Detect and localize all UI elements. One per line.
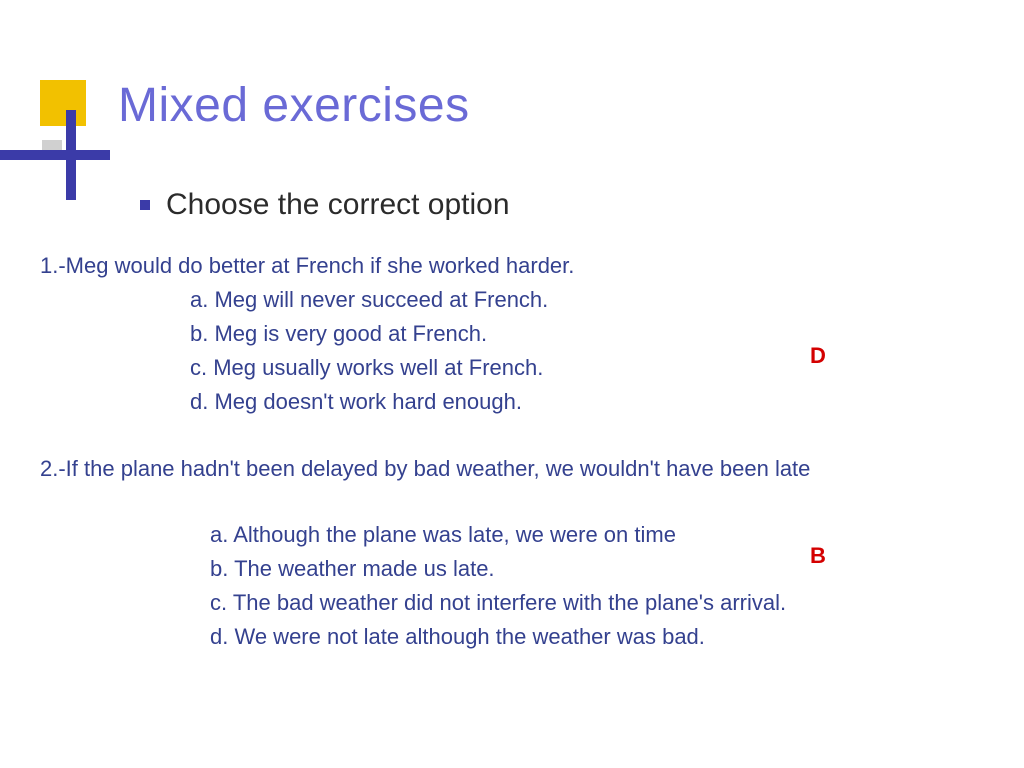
question-2-option-b: b. The weather made us late. <box>210 553 984 585</box>
question-2: 2.-If the plane hadn't been delayed by b… <box>40 453 984 652</box>
question-1-answer: D <box>810 340 826 372</box>
question-1-option-b: b. Meg is very good at French. <box>190 318 984 350</box>
question-1: 1.-Meg would do better at French if she … <box>40 250 984 417</box>
subtitle-row: Choose the correct option <box>140 188 510 222</box>
slide-subtitle: Choose the correct option <box>166 188 510 222</box>
question-1-option-d: d. Meg doesn't work hard enough. <box>190 386 984 418</box>
vertical-bar-icon <box>66 110 76 200</box>
question-2-options: a. Although the plane was late, we were … <box>40 519 984 653</box>
question-1-prompt: 1.-Meg would do better at French if she … <box>40 250 984 282</box>
question-2-answer: B <box>810 540 826 572</box>
question-2-option-a: a. Although the plane was late, we were … <box>210 519 984 551</box>
question-2-prompt: 2.-If the plane hadn't been delayed by b… <box>40 453 984 485</box>
yellow-square-icon <box>40 80 86 126</box>
slide-body: 1.-Meg would do better at French if she … <box>40 250 984 659</box>
question-2-option-c: c. The bad weather did not interfere wit… <box>210 587 984 619</box>
question-1-options: a. Meg will never succeed at French. b. … <box>40 284 984 418</box>
question-2-option-d: d. We were not late although the weather… <box>210 621 984 653</box>
corner-decoration <box>0 80 120 200</box>
question-1-option-c: c. Meg usually works well at French. <box>190 352 984 384</box>
slide-title: Mixed exercises <box>118 78 470 133</box>
horizontal-bar-icon <box>0 150 110 160</box>
square-bullet-icon <box>140 200 150 210</box>
slide: Mixed exercises Choose the correct optio… <box>0 0 1024 768</box>
question-1-option-a: a. Meg will never succeed at French. <box>190 284 984 316</box>
